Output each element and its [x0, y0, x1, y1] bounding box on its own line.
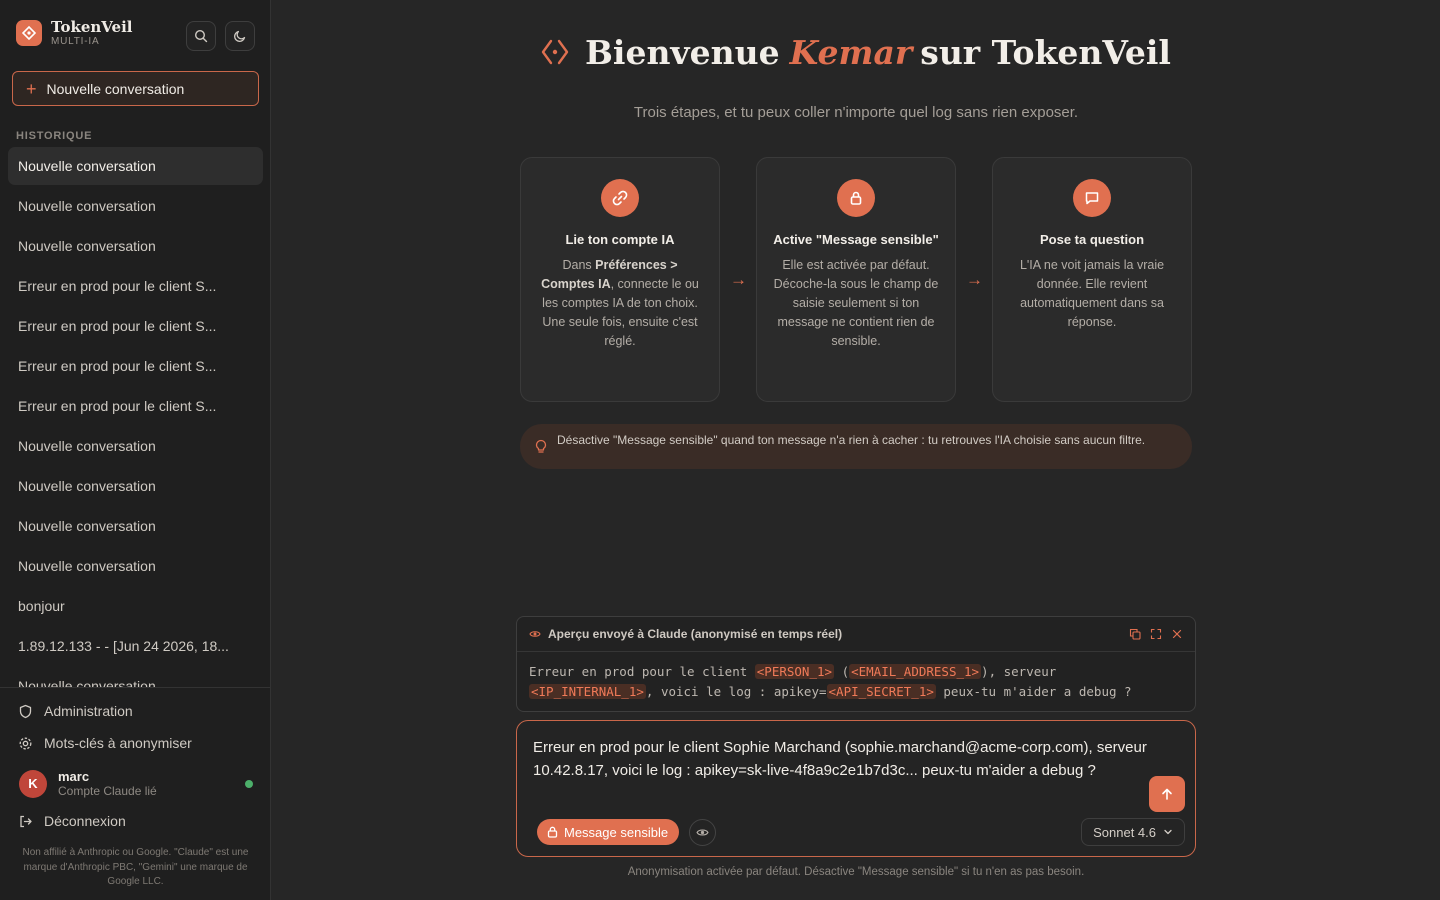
- plus-icon: +: [26, 78, 37, 99]
- history-item[interactable]: Erreur en prod pour le client S...: [8, 347, 263, 385]
- user-profile[interactable]: K marc Compte Claude lié: [19, 769, 259, 798]
- history-item[interactable]: Nouvelle conversation: [8, 187, 263, 225]
- step-card-sensitive-message: Active "Message sensible" Elle est activ…: [756, 157, 956, 402]
- avatar: K: [19, 769, 47, 798]
- lock-icon: [837, 179, 875, 217]
- anonymized-token: <PERSON_1>: [754, 664, 835, 679]
- history-item[interactable]: Nouvelle conversation: [8, 667, 263, 688]
- lock-icon: [547, 826, 558, 838]
- tokenveil-logo-icon: [16, 20, 42, 46]
- step-title: Active "Message sensible": [773, 232, 939, 247]
- new-conversation-label: Nouvelle conversation: [46, 80, 185, 97]
- arrow-up-icon: [1162, 788, 1172, 800]
- model-select[interactable]: Sonnet 4.6: [1081, 818, 1185, 846]
- send-button[interactable]: [1149, 776, 1185, 812]
- welcome-subtitle: Trois étapes, et tu peux coller n'import…: [633, 104, 1079, 121]
- logout-icon: [20, 815, 32, 827]
- close-icon[interactable]: [1171, 628, 1183, 640]
- preview-content: Erreur en prod pour le client <PERSON_1>…: [529, 664, 1132, 699]
- anonymized-token: <API_SECRET_1>: [826, 684, 936, 699]
- history-item[interactable]: Nouvelle conversation: [8, 507, 263, 545]
- link-icon: [601, 179, 639, 217]
- user-name: marc: [58, 769, 90, 784]
- eye-icon: [696, 829, 709, 836]
- user-account-status: Compte Claude lié: [58, 784, 157, 798]
- brand-subtitle: MULTI-IA: [51, 36, 100, 47]
- preview-title: Aperçu envoyé à Claude (anonymisé en tem…: [548, 627, 843, 641]
- tip-banner: Désactive "Message sensible" quand ton m…: [520, 424, 1192, 469]
- step-title: Lie ton compte IA: [565, 232, 675, 247]
- message-input[interactable]: Erreur en prod pour le client Sophie Mar…: [533, 737, 1153, 782]
- arrow-right-icon: →: [966, 270, 983, 289]
- user-first-name: Kemar: [789, 32, 913, 72]
- online-status-dot: [245, 780, 253, 788]
- step-description: Dans Préférences > Comptes IA, connecte …: [541, 258, 699, 348]
- sidebar: TokenVeil MULTI-IA + Nouvelle conversati…: [0, 0, 271, 900]
- tip-text: Désactive "Message sensible" quand ton m…: [557, 433, 1146, 447]
- anonymized-token: <IP_INTERNAL_1>: [529, 684, 646, 699]
- shield-icon: [19, 704, 32, 718]
- step-card-ask-question: Pose ta question L'IA ne voit jamais la …: [992, 157, 1192, 402]
- sensitive-message-label: Message sensible: [564, 824, 669, 840]
- new-conversation-button[interactable]: + Nouvelle conversation: [12, 71, 259, 106]
- step-description: L'IA ne voit jamais la vraie donnée. Ell…: [1019, 258, 1165, 329]
- welcome-prefix: Bienvenue: [585, 32, 780, 72]
- administration-label: Administration: [44, 703, 133, 719]
- history-item[interactable]: Nouvelle conversation: [8, 227, 263, 265]
- message-composer[interactable]: Erreur en prod pour le client Sophie Mar…: [516, 720, 1196, 857]
- moon-icon: [234, 30, 246, 42]
- tokenveil-mark-icon: [541, 39, 569, 65]
- anonymized-preview-panel: Aperçu envoyé à Claude (anonymisé en tem…: [516, 616, 1196, 712]
- lightbulb-icon: [535, 439, 547, 453]
- history-item[interactable]: Nouvelle conversation: [8, 467, 263, 505]
- history-item[interactable]: Erreur en prod pour le client S...: [8, 387, 263, 425]
- copy-icon[interactable]: [1129, 628, 1141, 640]
- history-item[interactable]: Erreur en prod pour le client S...: [8, 267, 263, 305]
- welcome-suffix: sur TokenVeil: [920, 32, 1171, 72]
- gear-icon: [19, 737, 32, 749]
- footer-note: Anonymisation activée par défaut. Désact…: [627, 866, 1085, 878]
- chat-icon: [1073, 179, 1111, 217]
- keywords-link[interactable]: Mots-clés à anonymiser: [18, 735, 192, 751]
- history-item[interactable]: bonjour: [8, 587, 263, 625]
- history-list: Nouvelle conversation Nouvelle conversati…: [8, 147, 263, 688]
- sensitive-message-toggle[interactable]: Message sensible: [537, 819, 680, 845]
- history-item[interactable]: Erreur en prod pour le client S...: [8, 307, 263, 345]
- anonymized-token: <EMAIL_ADDRESS_1>: [849, 664, 982, 679]
- step-description: Elle est activée par défaut. Décoche-la …: [773, 258, 939, 348]
- expand-icon[interactable]: [1150, 628, 1162, 640]
- model-name: Sonnet 4.6: [1093, 824, 1156, 840]
- step-title: Pose ta question: [1039, 232, 1145, 247]
- history-label: HISTORIQUE: [16, 130, 93, 142]
- keywords-label: Mots-clés à anonymiser: [44, 735, 192, 751]
- history-item[interactable]: Nouvelle conversation: [8, 547, 263, 585]
- administration-link[interactable]: Administration: [18, 703, 133, 719]
- brand[interactable]: TokenVeil MULTI-IA: [16, 18, 133, 48]
- preview-toggle-button[interactable]: [689, 819, 716, 846]
- arrow-right-icon: →: [730, 270, 747, 289]
- logout-label: Déconnexion: [44, 813, 126, 829]
- step-card-link-account: Lie ton compte IA Dans Préférences > Com…: [520, 157, 720, 402]
- disclaimer: Non affilié à Anthropic ou Google. "Clau…: [22, 847, 249, 887]
- chevron-down-icon: [1164, 829, 1172, 835]
- history-item[interactable]: Nouvelle conversation: [8, 427, 263, 465]
- eye-icon: [529, 631, 541, 637]
- search-icon: [194, 29, 208, 43]
- history-item[interactable]: Nouvelle conversation: [8, 147, 263, 185]
- search-button[interactable]: [186, 21, 216, 51]
- history-item[interactable]: 1.89.12.133 - - [Jun 24 2026, 18...: [8, 627, 263, 665]
- theme-toggle-button[interactable]: [225, 21, 255, 51]
- welcome-title: Bienvenue Kemar sur TokenVeil: [272, 30, 1440, 74]
- brand-name: TokenVeil: [51, 18, 133, 36]
- logout-link[interactable]: Déconnexion: [18, 813, 126, 829]
